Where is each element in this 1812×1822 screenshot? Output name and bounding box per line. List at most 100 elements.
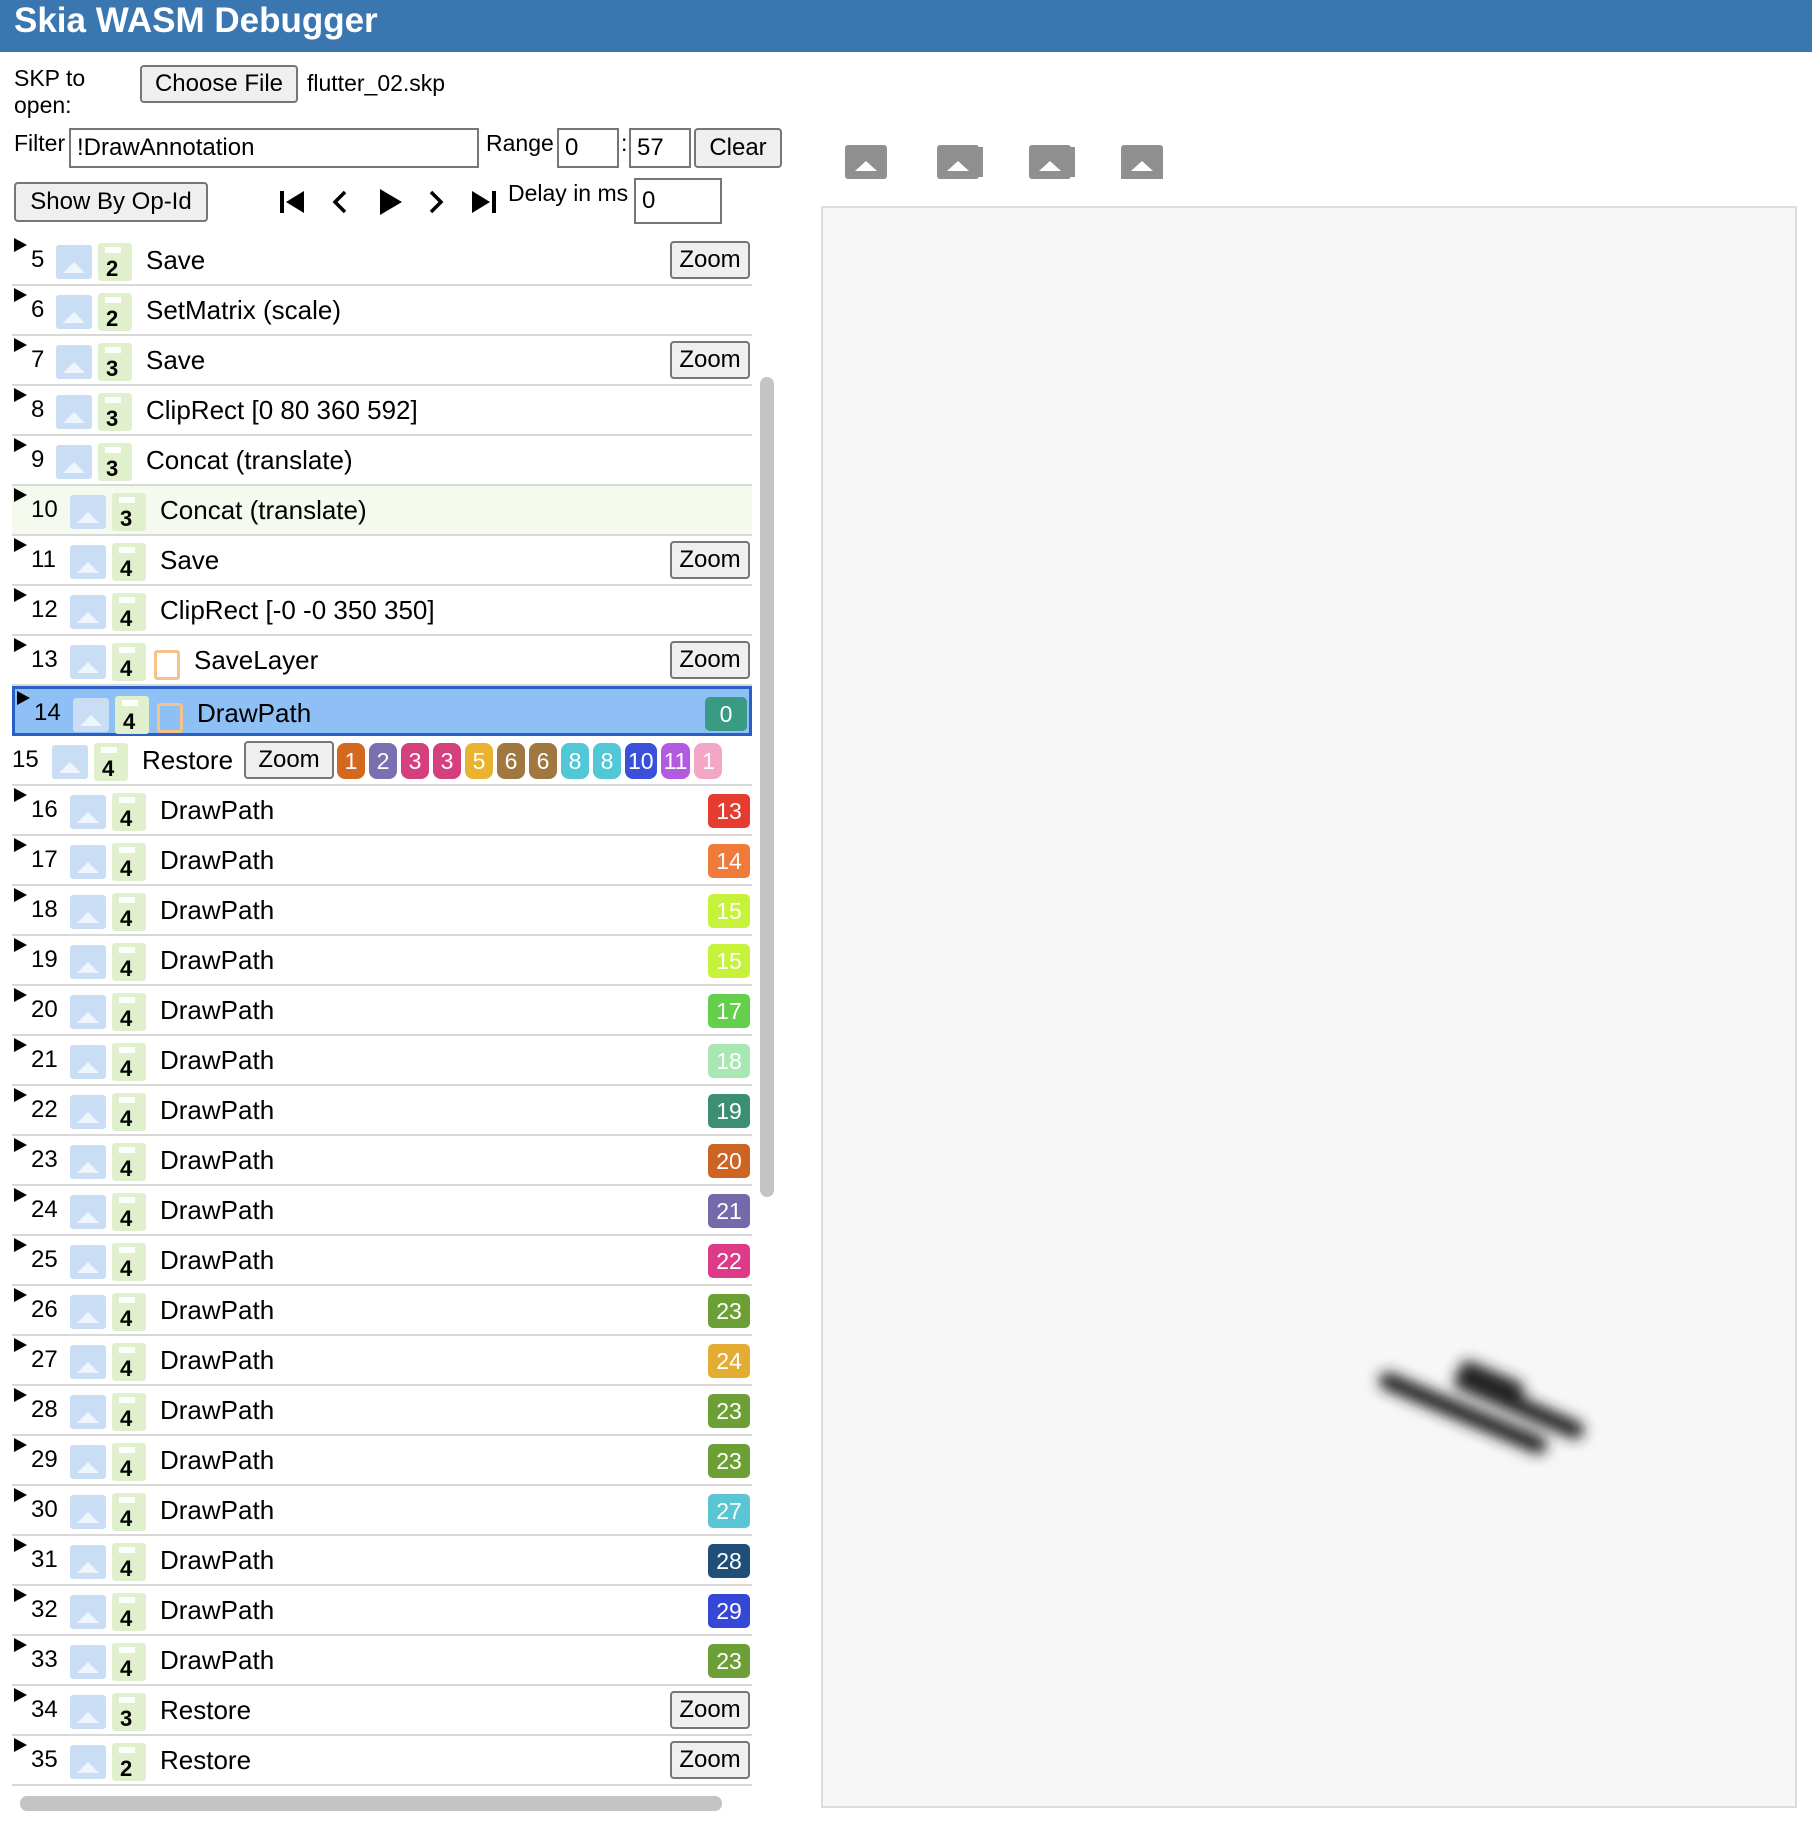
command-badge[interactable]: 8 <box>593 743 621 779</box>
choose-file-button[interactable]: Choose File <box>140 65 298 103</box>
command-row[interactable]: 23 4 DrawPath 20 <box>12 1136 752 1186</box>
command-badge[interactable]: 23 <box>708 1294 750 1328</box>
command-badge[interactable]: 10 <box>625 743 657 779</box>
command-badge[interactable]: 6 <box>529 743 557 779</box>
expand-arrow-icon[interactable] <box>14 338 27 352</box>
image-icon[interactable] <box>70 1645 106 1679</box>
command-row[interactable]: 25 4 DrawPath 22 <box>12 1236 752 1286</box>
horizontal-scrollbar[interactable] <box>20 1796 722 1811</box>
image-icon[interactable] <box>56 345 92 379</box>
image-overlay-icon[interactable] <box>1029 145 1075 183</box>
command-badge[interactable]: 23 <box>708 1444 750 1478</box>
image-base-icon[interactable] <box>1121 145 1167 183</box>
image-icon[interactable] <box>56 245 92 279</box>
command-row[interactable]: 27 4 DrawPath 24 <box>12 1336 752 1386</box>
command-row[interactable]: 16 4 DrawPath 13 <box>12 786 752 836</box>
image-icon[interactable] <box>70 1395 106 1429</box>
command-row[interactable]: 15 4 Restore Zoom 1 2 3 3 5 6 6 8 8 10 11 1 <box>12 736 752 786</box>
image-icon[interactable] <box>70 1295 106 1329</box>
image-icon[interactable] <box>73 698 109 732</box>
image-icon[interactable] <box>845 145 891 183</box>
image-icon[interactable] <box>70 1595 106 1629</box>
command-row[interactable]: 18 4 DrawPath 15 <box>12 886 752 936</box>
step-back-icon[interactable] <box>322 184 358 220</box>
expand-arrow-icon[interactable] <box>14 1638 27 1652</box>
image-icon[interactable] <box>70 595 106 629</box>
command-row[interactable]: 11 4 Save Zoom <box>12 536 752 586</box>
expand-arrow-icon[interactable] <box>14 788 27 802</box>
image-icon[interactable] <box>70 1045 106 1079</box>
zoom-button[interactable]: Zoom <box>670 541 750 579</box>
command-row[interactable]: 26 4 DrawPath 23 <box>12 1286 752 1336</box>
expand-arrow-icon[interactable] <box>14 1288 27 1302</box>
render-canvas[interactable] <box>821 206 1797 1808</box>
expand-arrow-icon[interactable] <box>14 488 27 502</box>
skip-to-start-icon[interactable] <box>274 184 310 220</box>
command-row[interactable]: 14 4 DrawPath 0 <box>12 686 752 736</box>
command-badge[interactable]: 15 <box>708 894 750 928</box>
expand-arrow-icon[interactable] <box>14 1338 27 1352</box>
image-icon[interactable] <box>70 1445 106 1479</box>
expand-arrow-icon[interactable] <box>14 888 27 902</box>
command-badge[interactable]: 3 <box>433 743 461 779</box>
command-badge[interactable]: 19 <box>708 1094 750 1128</box>
command-badge[interactable]: 18 <box>708 1044 750 1078</box>
image-icon[interactable] <box>70 1245 106 1279</box>
command-badge[interactable]: 27 <box>708 1494 750 1528</box>
command-row[interactable]: 21 4 DrawPath 18 <box>12 1036 752 1086</box>
command-row[interactable]: 30 4 DrawPath 27 <box>12 1486 752 1536</box>
command-row[interactable]: 29 4 DrawPath 23 <box>12 1436 752 1486</box>
image-icon[interactable] <box>70 1495 106 1529</box>
command-badge[interactable]: 22 <box>708 1244 750 1278</box>
expand-arrow-icon[interactable] <box>14 388 27 402</box>
command-row[interactable]: 17 4 DrawPath 14 <box>12 836 752 886</box>
expand-arrow-icon[interactable] <box>14 1188 27 1202</box>
expand-arrow-icon[interactable] <box>14 1588 27 1602</box>
command-row[interactable]: 8 3 ClipRect [0 80 360 592] <box>12 386 752 436</box>
expand-arrow-icon[interactable] <box>14 1738 27 1752</box>
command-badge[interactable]: 3 <box>401 743 429 779</box>
command-badge[interactable]: 29 <box>708 1594 750 1628</box>
image-icon[interactable] <box>70 1545 106 1579</box>
command-row[interactable]: 13 4 SaveLayer Zoom <box>12 636 752 686</box>
image-icon[interactable] <box>70 795 106 829</box>
image-stack-icon[interactable] <box>937 145 983 183</box>
expand-arrow-icon[interactable] <box>14 1238 27 1252</box>
command-badge[interactable]: 23 <box>708 1644 750 1678</box>
command-row[interactable]: 7 3 Save Zoom <box>12 336 752 386</box>
command-badge[interactable]: 0 <box>705 697 747 731</box>
image-icon[interactable] <box>70 645 106 679</box>
command-row[interactable]: 12 4 ClipRect [-0 -0 350 350] <box>12 586 752 636</box>
command-badge[interactable]: 1 <box>694 743 723 779</box>
play-icon[interactable] <box>370 184 410 220</box>
expand-arrow-icon[interactable] <box>14 1088 27 1102</box>
expand-arrow-icon[interactable] <box>14 1538 27 1552</box>
expand-arrow-icon[interactable] <box>14 988 27 1002</box>
expand-arrow-icon[interactable] <box>14 1038 27 1052</box>
expand-arrow-icon[interactable] <box>14 288 27 302</box>
command-row[interactable]: 35 2 Restore Zoom <box>12 1736 752 1786</box>
image-icon[interactable] <box>56 445 92 479</box>
command-row[interactable]: 28 4 DrawPath 23 <box>12 1386 752 1436</box>
expand-arrow-icon[interactable] <box>14 638 27 652</box>
image-icon[interactable] <box>70 1145 106 1179</box>
command-row[interactable]: 20 4 DrawPath 17 <box>12 986 752 1036</box>
image-icon[interactable] <box>70 545 106 579</box>
step-forward-icon[interactable] <box>418 184 454 220</box>
expand-arrow-icon[interactable] <box>14 1688 27 1702</box>
skip-to-end-icon[interactable] <box>464 184 504 220</box>
command-row[interactable]: 24 4 DrawPath 21 <box>12 1186 752 1236</box>
expand-arrow-icon[interactable] <box>14 1488 27 1502</box>
command-row[interactable]: 32 4 DrawPath 29 <box>12 1586 752 1636</box>
command-badge[interactable]: 1 <box>337 743 365 779</box>
expand-arrow-icon[interactable] <box>14 1388 27 1402</box>
expand-arrow-icon[interactable] <box>14 1138 27 1152</box>
expand-arrow-icon[interactable] <box>14 238 27 252</box>
filter-input[interactable] <box>69 128 479 168</box>
clear-button[interactable]: Clear <box>694 128 782 168</box>
image-icon[interactable] <box>70 895 106 929</box>
image-icon[interactable] <box>70 1745 106 1779</box>
command-row[interactable]: 22 4 DrawPath 19 <box>12 1086 752 1136</box>
range-start-input[interactable] <box>557 128 619 168</box>
image-icon[interactable] <box>70 1195 106 1229</box>
